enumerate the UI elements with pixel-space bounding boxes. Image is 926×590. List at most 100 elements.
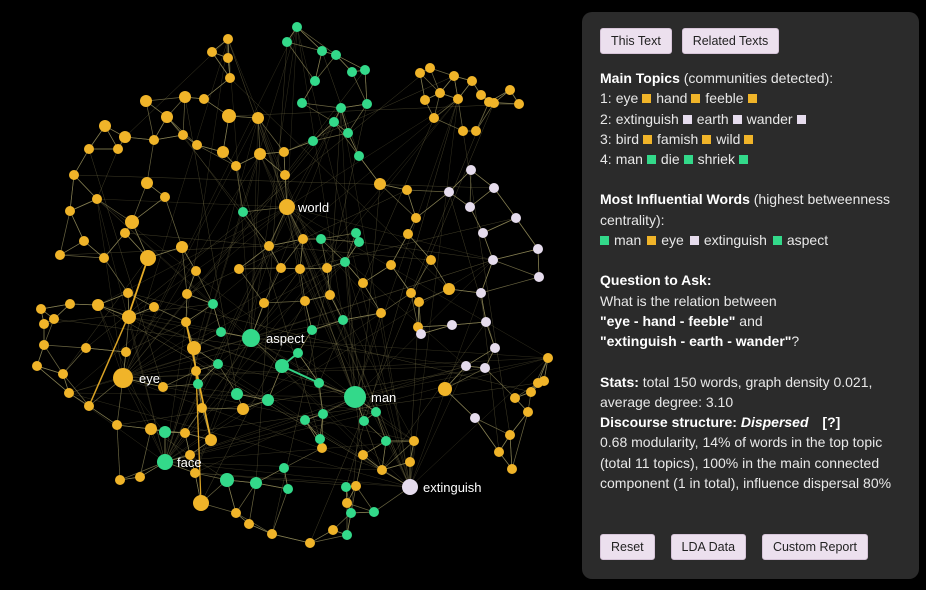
graph-node[interactable] — [322, 263, 332, 273]
graph-node[interactable] — [402, 185, 412, 195]
graph-node[interactable] — [342, 530, 352, 540]
node-label-aspect[interactable]: aspect — [266, 331, 305, 346]
graph-node[interactable] — [149, 302, 159, 312]
lda-data-button[interactable]: LDA Data — [670, 534, 747, 560]
topic-word[interactable]: earth — [697, 111, 729, 127]
graph-node[interactable] — [467, 76, 477, 86]
node-label-world[interactable]: world — [297, 200, 329, 215]
graph-node[interactable] — [237, 403, 249, 415]
graph-node[interactable] — [135, 472, 145, 482]
graph-node[interactable] — [359, 416, 369, 426]
graph-node[interactable] — [264, 241, 274, 251]
graph-node[interactable] — [244, 519, 254, 529]
graph-node[interactable] — [476, 90, 486, 100]
graph-node[interactable] — [381, 436, 391, 446]
influential-word[interactable]: man — [614, 232, 641, 248]
influential-word[interactable]: aspect — [787, 232, 828, 248]
graph-node[interactable] — [341, 482, 351, 492]
related-texts-button[interactable]: Related Texts — [681, 28, 780, 54]
graph-node[interactable] — [317, 443, 327, 453]
topic-word[interactable]: famish — [657, 131, 698, 147]
topic-word[interactable]: man — [616, 151, 643, 167]
network-graph[interactable]: world aspect eye man face extinguish — [0, 0, 580, 590]
graph-node[interactable] — [84, 144, 94, 154]
graph-node[interactable] — [426, 255, 436, 265]
graph-node[interactable] — [305, 538, 315, 548]
graph-node[interactable] — [484, 97, 494, 107]
graph-node[interactable] — [180, 428, 190, 438]
graph-node[interactable] — [336, 103, 346, 113]
graph-node[interactable] — [526, 387, 536, 397]
graph-node[interactable] — [534, 272, 544, 282]
graph-node[interactable] — [338, 315, 348, 325]
graph-node[interactable] — [358, 450, 368, 460]
graph-node[interactable] — [279, 463, 289, 473]
graph-node[interactable] — [471, 126, 481, 136]
graph-node[interactable] — [406, 288, 416, 298]
graph-node[interactable] — [510, 393, 520, 403]
graph-node[interactable] — [181, 317, 191, 327]
graph-node[interactable] — [145, 423, 157, 435]
graph-node[interactable] — [149, 135, 159, 145]
graph-node[interactable] — [329, 117, 339, 127]
graph-node[interactable] — [199, 94, 209, 104]
graph-node[interactable] — [480, 363, 490, 373]
graph-node[interactable] — [79, 236, 89, 246]
graph-node[interactable] — [523, 407, 533, 417]
graph-node[interactable] — [234, 264, 244, 274]
graph-node[interactable] — [409, 436, 419, 446]
graph-node[interactable] — [466, 165, 476, 175]
graph-node[interactable] — [182, 289, 192, 299]
graph-node[interactable] — [123, 288, 133, 298]
graph-node[interactable] — [403, 229, 413, 239]
graph-node[interactable] — [225, 73, 235, 83]
graph-node[interactable] — [435, 88, 445, 98]
graph-node[interactable] — [81, 343, 91, 353]
graph-node[interactable] — [447, 320, 457, 330]
topic-row[interactable]: 3: bird famish wild — [600, 129, 901, 149]
topic-word[interactable]: wander — [747, 111, 793, 127]
graph-node[interactable] — [369, 507, 379, 517]
graph-node[interactable] — [316, 234, 326, 244]
graph-node[interactable] — [115, 475, 125, 485]
graph-node[interactable] — [325, 290, 335, 300]
graph-node[interactable] — [39, 319, 49, 329]
graph-node[interactable] — [533, 378, 543, 388]
graph-node[interactable] — [307, 325, 317, 335]
graph-node[interactable] — [267, 529, 277, 539]
graph-node[interactable] — [113, 368, 133, 388]
topic-row[interactable]: 1: eye hand feeble — [600, 88, 901, 108]
graph-node[interactable] — [507, 464, 517, 474]
topic-word[interactable]: wild — [716, 131, 740, 147]
graph-node[interactable] — [386, 260, 396, 270]
graph-node[interactable] — [122, 310, 136, 324]
graph-node[interactable] — [58, 369, 68, 379]
graph-node[interactable] — [187, 341, 201, 355]
graph-node[interactable] — [280, 170, 290, 180]
graph-node[interactable] — [99, 253, 109, 263]
graph-node[interactable] — [505, 85, 515, 95]
graph-node[interactable] — [295, 264, 305, 274]
graph-node[interactable] — [55, 250, 65, 260]
graph-node[interactable] — [216, 327, 226, 337]
graph-node[interactable] — [343, 128, 353, 138]
graph-node[interactable] — [99, 120, 111, 132]
graph-node[interactable] — [157, 454, 173, 470]
graph-node[interactable] — [465, 202, 475, 212]
graph-node[interactable] — [429, 113, 439, 123]
graph-node[interactable] — [458, 126, 468, 136]
graph-node[interactable] — [346, 508, 356, 518]
graph-node[interactable] — [511, 213, 521, 223]
graph-node[interactable] — [416, 329, 426, 339]
graph-node[interactable] — [505, 430, 515, 440]
graph-node[interactable] — [207, 47, 217, 57]
graph-node[interactable] — [119, 131, 131, 143]
graph-node[interactable] — [161, 111, 173, 123]
graph-node[interactable] — [340, 257, 350, 267]
graph-node[interactable] — [32, 361, 42, 371]
graph-node[interactable] — [494, 447, 504, 457]
graph-node[interactable] — [358, 278, 368, 288]
graph-node[interactable] — [354, 151, 364, 161]
graph-node[interactable] — [120, 228, 130, 238]
graph-node[interactable] — [444, 187, 454, 197]
